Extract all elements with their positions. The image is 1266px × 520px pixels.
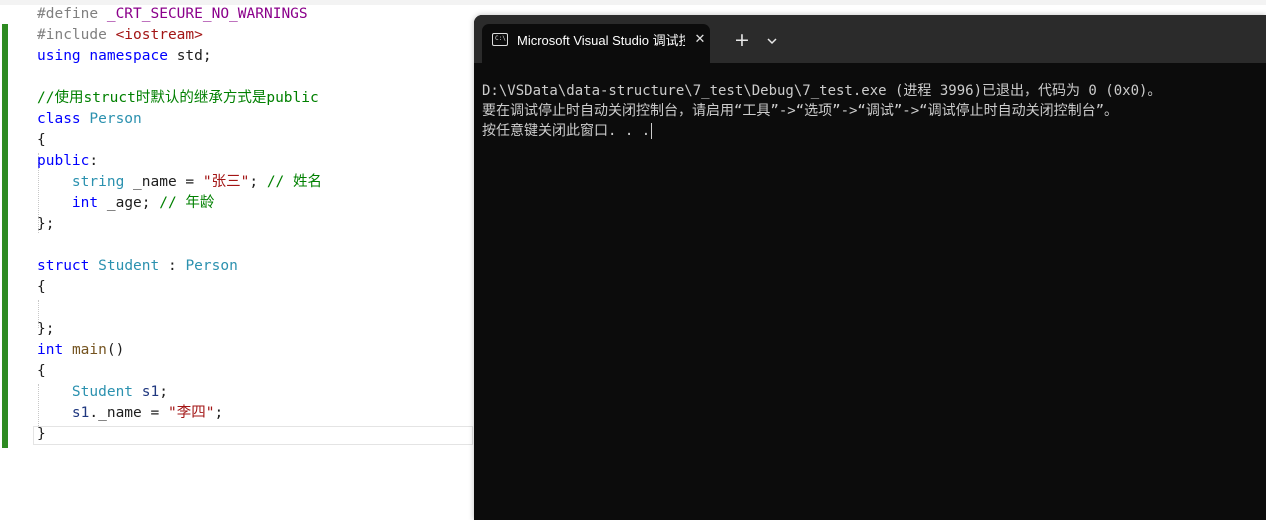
tab-dropdown-button[interactable] [762,31,782,51]
code-token: int [71,195,99,211]
code-token: { [37,132,46,148]
code-line[interactable]: { [37,130,46,151]
console-output[interactable]: D:\VSData\data-structure\7_test\Debug\7_… [482,81,1266,141]
code-token: main [71,342,107,358]
code-line[interactable]: s1._name = "李四"; [37,403,223,424]
code-token: { [37,279,46,295]
code-token: Student [98,258,160,274]
code-token: ; [249,174,267,190]
code-line[interactable]: int main() [37,340,124,361]
code-token: class [37,111,81,127]
code-token: _name = [124,174,203,190]
terminal-tab[interactable]: C:\ Microsoft Visual Studio 调试控制台 ✕ [482,24,710,63]
code-token: _CRT_SECURE_NO_WARNINGS [106,6,308,22]
code-line[interactable]: public: [37,151,98,172]
code-line[interactable]: }; [37,214,54,235]
code-token: ; [159,384,168,400]
code-token: string [71,174,125,190]
code-token: } [37,426,46,442]
code-token: s1 [71,405,90,421]
code-token: "李四" [167,405,215,421]
code-token: () [106,342,125,358]
change-indicator-bar [2,24,8,448]
code-token: }; [37,216,55,232]
code-token: { [37,363,46,379]
code-line[interactable]: using namespace std; [37,46,212,67]
code-line[interactable]: struct Student : Person [37,256,238,277]
current-line-highlight [33,426,473,445]
code-token: <iostream> [115,27,203,43]
code-line[interactable]: }; [37,319,54,340]
code-token: ._name = [89,405,168,421]
terminal-icon: C:\ [492,33,508,46]
code-line[interactable]: //使用struct时默认的继承方式是public [37,88,319,109]
code-line[interactable]: #include <iostream> [37,25,203,46]
code-token: Person [185,258,238,274]
code-token: : [159,258,186,274]
code-line[interactable]: class Person [37,109,142,130]
code-line[interactable]: } [37,424,46,445]
new-tab-button[interactable]: + [731,31,753,51]
console-line-prompt: 按任意键关闭此窗口. . . [482,121,1266,141]
code-token: }; [37,321,55,337]
code-token: using [37,48,81,64]
terminal-window[interactable]: C:\ Microsoft Visual Studio 调试控制台 ✕ + D:… [474,15,1266,520]
code-line[interactable]: string _name = "张三"; // 姓名 [37,172,322,193]
code-token: public [37,153,90,169]
code-token: namespace [89,48,168,64]
console-line-exit: D:\VSData\data-structure\7_test\Debug\7_… [482,83,1162,99]
code-token: #include [37,27,116,43]
close-tab-button[interactable]: ✕ [692,31,708,49]
code-token: Person [89,111,142,127]
code-token: "张三" [202,174,250,190]
code-line[interactable]: { [37,277,46,298]
code-token: _age; [98,195,160,211]
code-token: // 姓名 [266,174,323,190]
code-token: #define [37,6,107,22]
code-token: int [37,342,64,358]
code-line[interactable]: { [37,361,46,382]
console-prompt-text: 按任意键关闭此窗口. . . [482,123,651,139]
terminal-icon-glyph: C:\ [495,35,506,42]
code-token: ; [214,405,224,421]
code-line[interactable]: Student s1; [37,382,168,403]
code-token: s1 [141,384,160,400]
code-token: Student [71,384,134,400]
code-token: : [89,153,99,169]
code-line[interactable]: #define _CRT_SECURE_NO_WARNINGS [37,4,308,25]
code-token: // 年龄 [159,195,215,211]
code-token: std; [167,48,212,64]
code-token: //使用struct时默认的继承方式是public [37,90,319,106]
console-line-hint: 要在调试停止时自动关闭控制台，请启用“工具”->“选项”->“调试”->“调试停… [482,103,1118,119]
code-token: struct [37,258,90,274]
terminal-titlebar[interactable]: C:\ Microsoft Visual Studio 调试控制台 ✕ + [474,15,1266,63]
chevron-down-icon [767,38,777,45]
text-cursor [651,123,653,139]
code-line[interactable]: int _age; // 年龄 [37,193,215,214]
tab-title: Microsoft Visual Studio 调试控制台 [517,33,685,48]
